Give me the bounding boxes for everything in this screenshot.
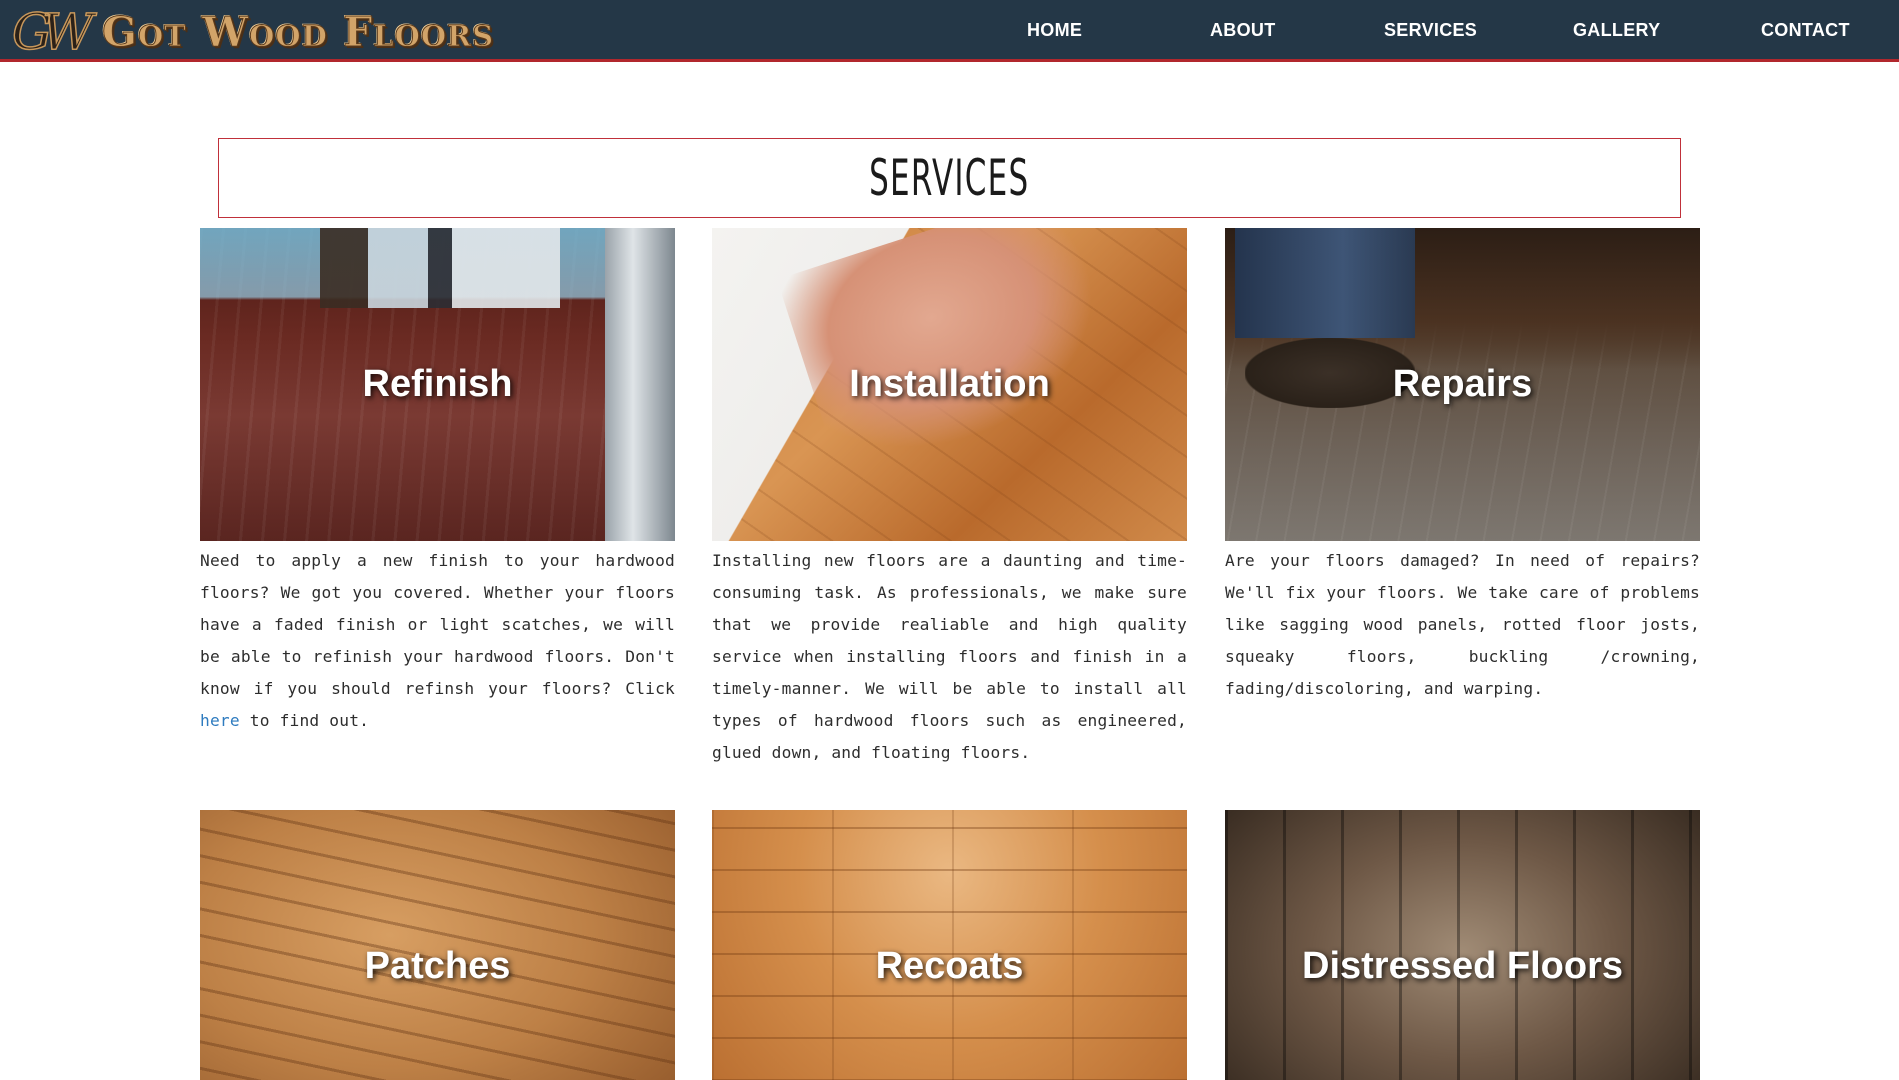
nav-services[interactable]: SERVICES bbox=[1384, 20, 1477, 41]
service-title-patches: Patches bbox=[364, 945, 511, 987]
logo-wordmark: Got Wood Floors bbox=[101, 8, 495, 57]
service-card-installation: Installation Installing new floors are a… bbox=[712, 228, 1187, 769]
description-text-end: to find out. bbox=[239, 711, 370, 730]
nav-contact[interactable]: CONTACT bbox=[1761, 20, 1850, 41]
service-card-recoats: Recoats bbox=[712, 810, 1187, 1080]
nav-home[interactable]: HOME bbox=[1027, 20, 1082, 41]
service-title-installation: Installation bbox=[849, 363, 1050, 405]
service-description-refinish: Need to apply a new finish to your hardw… bbox=[200, 545, 675, 737]
service-card-repairs: Repairs Are your floors damaged? In need… bbox=[1225, 228, 1700, 705]
service-card-refinish: Refinish Need to apply a new finish to y… bbox=[200, 228, 675, 737]
service-title-repairs: Repairs bbox=[1392, 363, 1533, 405]
service-card-distressed-floors: Distressed Floors bbox=[1225, 810, 1700, 1080]
nav-about[interactable]: ABOUT bbox=[1210, 20, 1276, 41]
service-title-recoats: Recoats bbox=[875, 945, 1024, 987]
repairs-image[interactable]: Repairs bbox=[1225, 228, 1700, 541]
site-header: GW Got Wood Floors HOME ABOUT SERVICES G… bbox=[0, 0, 1899, 62]
patches-image[interactable]: Patches bbox=[200, 810, 675, 1080]
service-title-refinish: Refinish bbox=[362, 363, 513, 405]
recoats-image[interactable]: Recoats bbox=[712, 810, 1187, 1080]
installation-image[interactable]: Installation bbox=[712, 228, 1187, 541]
distressed-floors-image[interactable]: Distressed Floors bbox=[1225, 810, 1700, 1080]
service-description-installation: Installing new floors are a daunting and… bbox=[712, 551, 1187, 762]
page-title-box: SERVICES bbox=[218, 138, 1681, 218]
site-logo[interactable]: GW Got Wood Floors bbox=[11, 3, 495, 61]
nav-gallery[interactable]: GALLERY bbox=[1573, 20, 1660, 41]
refinish-image[interactable]: Refinish bbox=[200, 228, 675, 541]
service-card-patches: Patches bbox=[200, 810, 675, 1080]
refinish-info-link[interactable]: here bbox=[200, 711, 240, 730]
page-title: SERVICES bbox=[869, 149, 1030, 207]
service-title-distressed-floors: Distressed Floors bbox=[1302, 945, 1623, 987]
service-description-repairs: Are your floors damaged? In need of repa… bbox=[1225, 551, 1700, 698]
logo-monogram: GW bbox=[11, 3, 94, 61]
description-text: Need to apply a new finish to your hardw… bbox=[200, 551, 675, 698]
